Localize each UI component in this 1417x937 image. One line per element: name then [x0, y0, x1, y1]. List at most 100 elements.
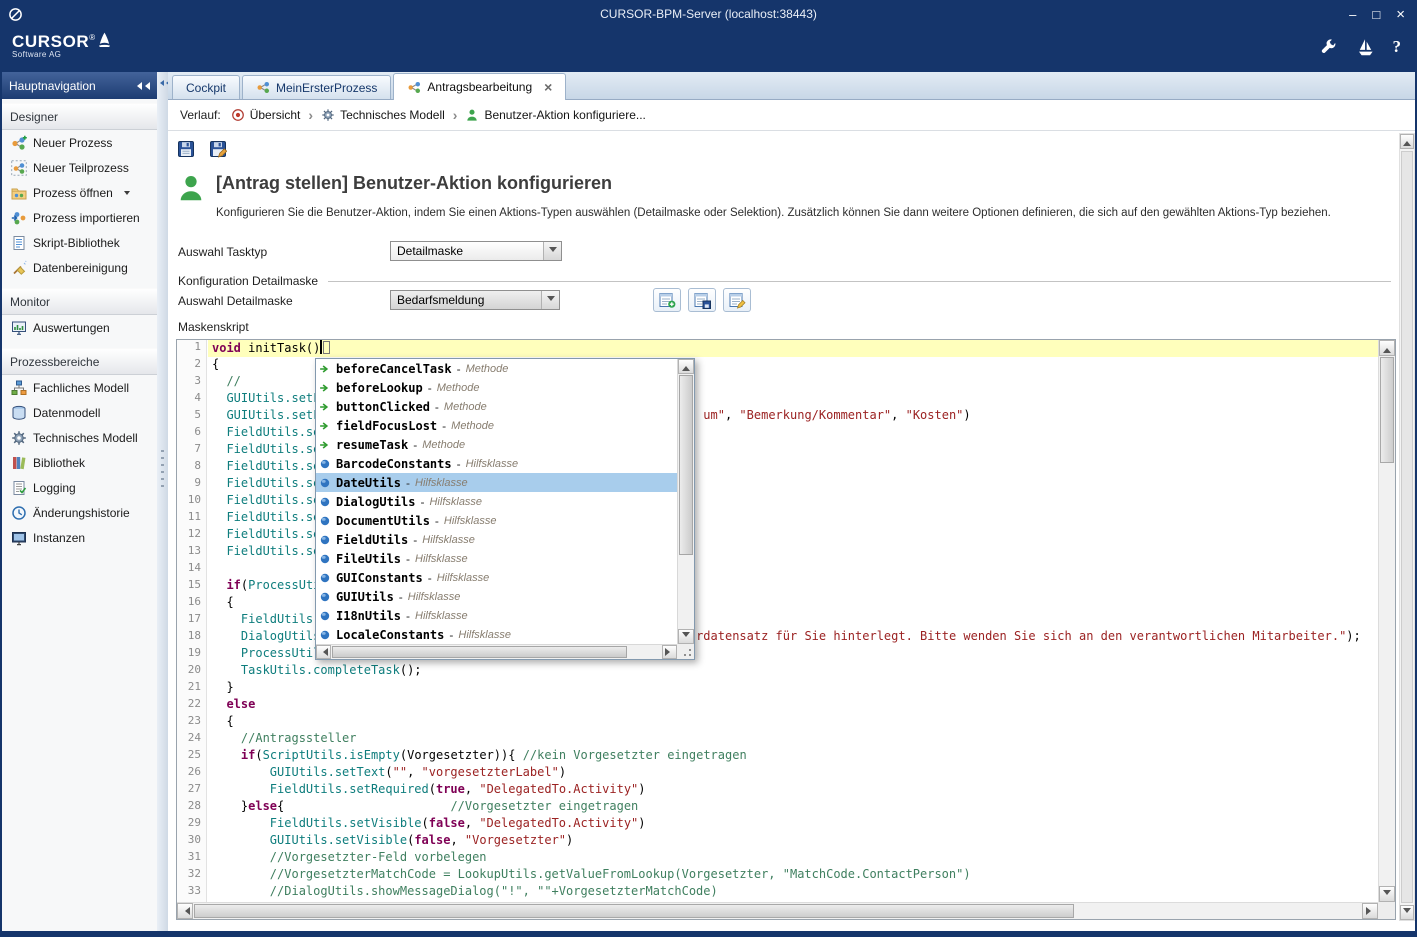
breadcrumb-item-technisches-modell[interactable]: Technisches Modell — [321, 108, 445, 122]
sidebar-section-monitor[interactable]: Monitor — [2, 288, 157, 315]
line-number: 15 — [177, 578, 206, 595]
code-line[interactable]: //VorgesetzterMatchCode = LookupUtils.ge… — [208, 867, 1378, 884]
scroll-left-button[interactable] — [177, 903, 193, 919]
edit-detailmask-button[interactable] — [723, 288, 751, 312]
editor-vertical-scrollbar[interactable] — [1378, 340, 1395, 902]
tools-icon[interactable] — [1319, 38, 1338, 57]
sidebar-item-prozess-oeffnen[interactable]: Prozess öffnen — [2, 180, 157, 205]
horizontal-scroll-thumb[interactable] — [332, 646, 627, 658]
sidebar-item-label: Neuer Teilprozess — [33, 161, 129, 175]
autocomplete-item-guiutils[interactable]: GUIUtils - Hilfsklasse — [316, 587, 677, 606]
autocomplete-item-fileutils[interactable]: FileUtils - Hilfsklasse — [316, 549, 677, 568]
autocomplete-item-dateutils[interactable]: DateUtils - Hilfsklasse — [316, 473, 677, 492]
popup-vertical-scrollbar[interactable] — [677, 359, 694, 644]
sidebar-item-skript-bibliothek[interactable]: Skript-Bibliothek — [2, 230, 157, 255]
autocomplete-item-barcodeconstants[interactable]: BarcodeConstants - Hilfsklasse — [316, 454, 677, 473]
panel-vertical-scrollbar[interactable] — [1399, 133, 1415, 921]
ship-icon[interactable] — [1356, 38, 1375, 57]
scroll-down-button[interactable] — [1379, 886, 1395, 902]
sidebar-item-bibliothek[interactable]: Bibliothek — [2, 450, 157, 475]
code-line[interactable]: }else{ //Vorgesetzter eingetragen — [208, 799, 1378, 816]
autocomplete-item-kind: Methode — [451, 420, 494, 432]
code-line[interactable]: FieldUtils.setVisible(false, "DelegatedT… — [208, 816, 1378, 833]
autocomplete-item-beforecanceltask[interactable]: beforeCancelTask - Methode — [316, 359, 677, 378]
save-detailmask-button[interactable] — [688, 288, 716, 312]
code-line[interactable]: GUIUtils.setText("", "vorgesetzterLabel"… — [208, 765, 1378, 782]
autocomplete-item-localeconstants[interactable]: LocaleConstants - Hilfsklasse — [316, 625, 677, 644]
detailmask-select[interactable]: Bedarfsmeldung — [390, 290, 560, 310]
sidebar-item-auswertungen[interactable]: Auswertungen — [2, 315, 157, 340]
breadcrumb-item-uebersicht[interactable]: Übersicht — [231, 108, 301, 122]
autocomplete-separator: - — [428, 571, 432, 585]
chevron-down-icon[interactable] — [541, 291, 559, 309]
chevron-down-icon[interactable] — [543, 242, 561, 260]
scroll-up-button[interactable] — [1379, 340, 1395, 356]
chevron-down-icon[interactable] — [124, 191, 130, 198]
close-button[interactable]: × — [1396, 6, 1405, 23]
scroll-up-button[interactable] — [678, 359, 694, 374]
code-line[interactable]: GUIUtils.setVisible(false, "Vorgesetzter… — [208, 833, 1378, 850]
autocomplete-item-buttonclicked[interactable]: buttonClicked - Methode — [316, 397, 677, 416]
code-line[interactable]: if(ScriptUtils.isEmpty(Vorgesetzter)){ /… — [208, 748, 1378, 765]
sidebar-item-neuer-teilprozess[interactable]: Neuer Teilprozess — [2, 155, 157, 180]
code-line[interactable]: } — [208, 680, 1378, 697]
tab-antragsbearbeitung[interactable]: Antragsbearbeitung× — [393, 73, 566, 100]
scroll-down-button[interactable] — [1400, 905, 1414, 920]
vertical-scroll-thumb[interactable] — [1380, 357, 1394, 463]
autocomplete-item-fieldutils[interactable]: FieldUtils - Hilfsklasse — [316, 530, 677, 549]
code-line[interactable]: void initTask() — [208, 340, 1378, 357]
scroll-right-button[interactable] — [662, 645, 677, 659]
minimize-button[interactable]: – — [1349, 7, 1356, 22]
splitter-handle[interactable] — [161, 450, 164, 490]
scroll-right-button[interactable] — [1362, 903, 1378, 919]
autocomplete-item-documentutils[interactable]: DocumentUtils - Hilfsklasse — [316, 511, 677, 530]
vertical-scroll-thumb[interactable] — [1401, 151, 1413, 903]
scroll-left-button[interactable] — [316, 645, 331, 659]
sidebar-section-designer[interactable]: Designer — [2, 103, 157, 130]
new-detailmask-button[interactable] — [653, 288, 681, 312]
code-line[interactable]: //Vorgesetzter-Feld vorbelegen — [208, 850, 1378, 867]
autocomplete-item-fieldfocuslost[interactable]: fieldFocusLost - Methode — [316, 416, 677, 435]
maximize-button[interactable]: □ — [1372, 7, 1380, 22]
sidebar-item-logging[interactable]: Logging — [2, 475, 157, 500]
code-line[interactable]: TaskUtils.completeTask(); — [208, 663, 1378, 680]
sidebar-item-datenbereinigung[interactable]: Datenbereinigung — [2, 255, 157, 280]
vertical-scroll-thumb[interactable] — [679, 375, 693, 555]
sidebar-item-instanzen[interactable]: Instanzen — [2, 525, 157, 550]
popup-horizontal-scrollbar[interactable] — [316, 644, 677, 659]
tab-cockpit[interactable]: Cockpit — [172, 75, 240, 99]
save-edit-button[interactable] — [205, 137, 231, 161]
save-button[interactable] — [173, 137, 199, 161]
autocomplete-item-dialogutils[interactable]: DialogUtils - Hilfsklasse — [316, 492, 677, 511]
editor-horizontal-scrollbar[interactable] — [177, 902, 1378, 919]
collapse-sidebar-icon[interactable] — [134, 82, 150, 90]
close-tab-icon[interactable]: × — [544, 80, 552, 94]
tasktype-select[interactable]: Detailmaske — [390, 241, 562, 261]
tab-label: Cockpit — [186, 81, 226, 95]
code-line[interactable]: FieldUtils.setRequired(true, "DelegatedT… — [208, 782, 1378, 799]
sidebar-item-fachliches-modell[interactable]: Fachliches Modell — [2, 375, 157, 400]
sidebar-section-prozessbereiche[interactable]: Prozessbereiche — [2, 348, 157, 375]
horizontal-scroll-thumb[interactable] — [194, 904, 1074, 918]
sidebar-item-neuer-prozess[interactable]: Neuer Prozess — [2, 130, 157, 155]
code-line[interactable]: else — [208, 697, 1378, 714]
resize-grip[interactable] — [677, 644, 694, 659]
window-title: CURSOR-BPM-Server (localhost:38443) — [0, 7, 1417, 21]
tab-meinersterprozess[interactable]: MeinErsterProzess — [242, 75, 391, 99]
autocomplete-item-beforelookup[interactable]: beforeLookup - Methode — [316, 378, 677, 397]
scroll-up-button[interactable] — [1400, 134, 1414, 149]
scroll-down-button[interactable] — [678, 629, 694, 644]
sidebar-item-technisches-modell[interactable]: Technisches Modell — [2, 425, 157, 450]
sidebar-item-aenderungshistorie[interactable]: Änderungshistorie — [2, 500, 157, 525]
help-icon[interactable]: ? — [1393, 37, 1402, 57]
sidebar-splitter[interactable] — [157, 72, 168, 931]
sidebar-item-prozess-importieren[interactable]: Prozess importieren — [2, 205, 157, 230]
autocomplete-item-resumetask[interactable]: resumeTask - Methode — [316, 435, 677, 454]
autocomplete-item-guiconstants[interactable]: GUIConstants - Hilfsklasse — [316, 568, 677, 587]
autocomplete-item-i18nutils[interactable]: I18nUtils - Hilfsklasse — [316, 606, 677, 625]
code-line[interactable]: //Antragssteller — [208, 731, 1378, 748]
breadcrumb-item-benutzer-aktion-konfiguriere[interactable]: Benutzer-Aktion konfiguriere... — [465, 108, 645, 122]
code-line[interactable]: //DialogUtils.showMessageDialog("!", ""+… — [208, 884, 1378, 901]
code-line[interactable]: { — [208, 714, 1378, 731]
sidebar-item-datenmodell[interactable]: Datenmodell — [2, 400, 157, 425]
